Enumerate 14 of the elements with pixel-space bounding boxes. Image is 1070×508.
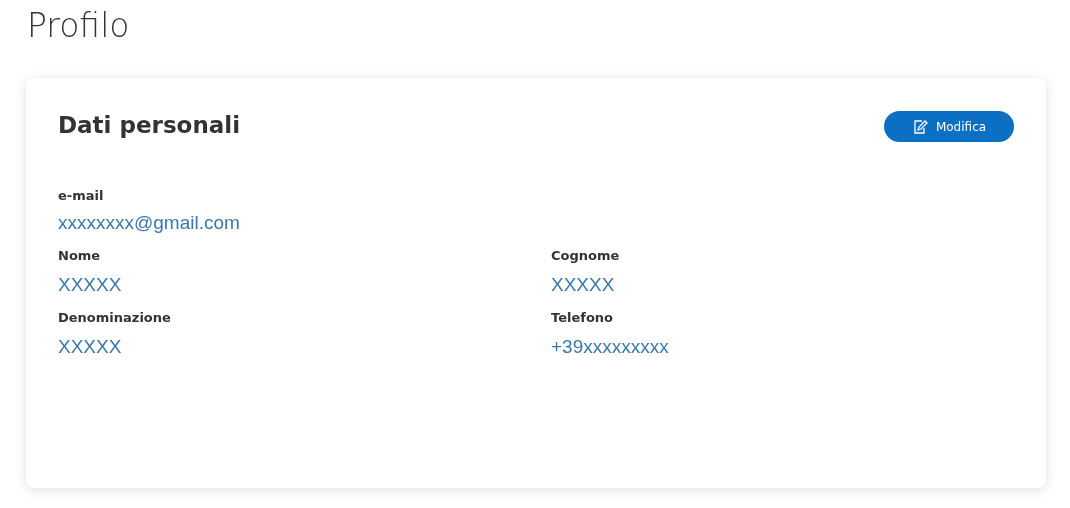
- field-value: XXXXX: [551, 274, 615, 296]
- field-label: Nome: [58, 248, 102, 265]
- field-label: Denominazione: [58, 310, 172, 327]
- edit-icon: [911, 118, 928, 135]
- field-value: xxxxxxxx@gmail.com: [58, 212, 240, 234]
- field-value: XXXXX: [58, 336, 122, 358]
- page-title: Profilo: [27, 5, 130, 47]
- field-label: e-mail: [58, 188, 105, 205]
- edit-button[interactable]: Modifica: [884, 111, 1014, 142]
- section-title: Dati personali: [58, 112, 241, 138]
- field-label: Cognome: [551, 248, 621, 265]
- field-value: +39xxxxxxxxx: [551, 336, 669, 358]
- field-label: Telefono: [551, 310, 614, 327]
- field-value: XXXXX: [58, 274, 122, 296]
